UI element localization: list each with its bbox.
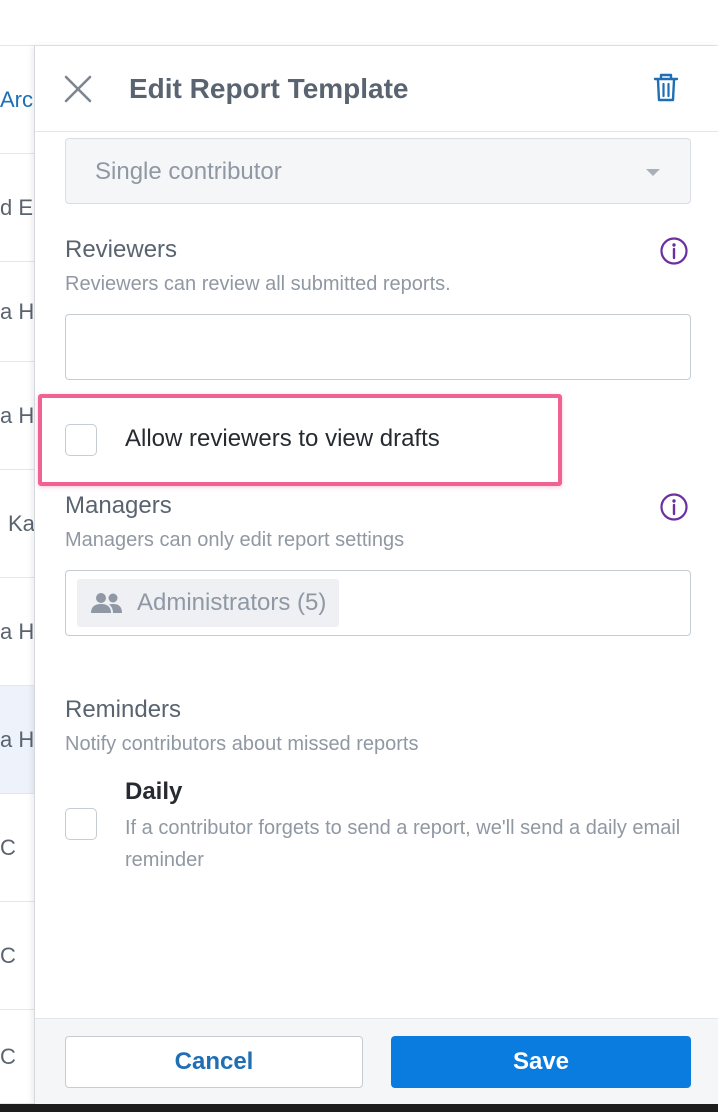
list-item[interactable]: Ka — [0, 470, 34, 578]
delete-template-button[interactable] — [651, 72, 681, 104]
list-item[interactable]: Arc — [0, 46, 34, 154]
background-report-list: Arc d E a H a H Ka a H a H C C C — [0, 46, 34, 1104]
list-item[interactable]: a H — [0, 578, 34, 686]
daily-reminder-title[interactable]: Daily — [125, 778, 182, 806]
managers-input[interactable]: Administrators (5) — [65, 570, 691, 636]
reviewers-info-button[interactable] — [659, 236, 689, 266]
list-item[interactable]: a H — [0, 362, 34, 470]
list-item-text: a H — [0, 298, 34, 324]
list-item[interactable]: C — [0, 1010, 34, 1104]
list-item[interactable]: C — [0, 902, 34, 1010]
list-item-text: Arc — [0, 86, 33, 112]
reminders-title: Reminders — [65, 696, 182, 723]
reviewers-input[interactable] — [65, 314, 691, 380]
list-item[interactable]: a H — [0, 262, 34, 362]
list-item-text: a H — [0, 726, 34, 752]
managers-chip[interactable]: Administrators (5) — [77, 579, 340, 627]
reminders-description: Notify contributors about missed reports — [65, 733, 419, 755]
info-icon — [660, 237, 688, 265]
contributor-mode-value: Single contributor — [95, 158, 282, 185]
info-icon — [660, 493, 688, 521]
edit-report-template-panel: Edit Report Template Single contributor … — [34, 46, 718, 1104]
panel-footer: Cancel Save — [35, 1018, 718, 1104]
panel-header: Edit Report Template — [35, 46, 718, 132]
save-button[interactable]: Save — [391, 1036, 691, 1088]
managers-description: Managers can only edit report settings — [65, 529, 405, 551]
reviewers-title: Reviewers — [65, 236, 178, 263]
managers-chip-label: Administrators (5) — [137, 589, 327, 616]
managers-info-button[interactable] — [659, 492, 689, 522]
list-item-text: a H — [0, 402, 34, 428]
managers-title: Managers — [65, 492, 172, 519]
allow-drafts-label[interactable]: Allow reviewers to view drafts — [125, 425, 440, 453]
list-item[interactable]: d E — [0, 154, 34, 262]
contributor-mode-select[interactable]: Single contributor — [65, 138, 691, 204]
list-item[interactable]: C — [0, 794, 34, 902]
list-item-text: C — [0, 834, 16, 860]
desktop-background — [0, 1104, 718, 1112]
daily-reminder-description: If a contributor forgets to send a repor… — [125, 817, 681, 871]
cancel-button[interactable]: Cancel — [65, 1036, 363, 1088]
allow-drafts-checkbox[interactable] — [65, 424, 97, 456]
close-x-icon — [64, 75, 92, 103]
list-item-text: C — [0, 942, 16, 968]
list-item-text: a H — [0, 618, 34, 644]
list-item-selected[interactable]: a H — [0, 686, 34, 794]
list-item-text: d E — [0, 194, 34, 220]
daily-reminder-checkbox[interactable] — [65, 808, 97, 840]
list-item-text: Ka — [8, 510, 34, 536]
caret-down-icon — [646, 169, 660, 176]
list-item-text: C — [0, 1043, 16, 1069]
reviewers-description: Reviewers can review all submitted repor… — [65, 273, 451, 295]
trash-icon — [653, 73, 679, 102]
top-bar — [0, 0, 718, 46]
close-button[interactable] — [61, 72, 95, 106]
group-icon — [91, 593, 122, 613]
panel-title: Edit Report Template — [129, 73, 409, 104]
